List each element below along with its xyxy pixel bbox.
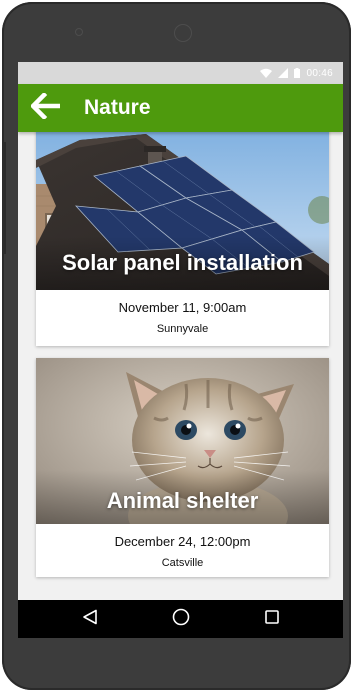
recents-square-icon bbox=[264, 609, 280, 630]
phone-sensor bbox=[75, 28, 83, 36]
kitten-photo: Animal shelter bbox=[36, 358, 329, 524]
phone-camera bbox=[174, 24, 192, 42]
arrow-left-icon bbox=[29, 91, 61, 124]
status-bar: 00:46 bbox=[18, 62, 343, 84]
solar-panel-roof-photo: Solar panel installation bbox=[36, 132, 329, 290]
nav-back-button[interactable] bbox=[70, 600, 110, 638]
navigation-bar bbox=[18, 600, 343, 638]
page-title: Nature bbox=[84, 96, 151, 119]
event-title: Solar panel installation bbox=[62, 250, 303, 275]
event-date: December 24, 12:00pm bbox=[114, 534, 251, 549]
nav-home-button[interactable] bbox=[161, 600, 201, 638]
status-time: 00:46 bbox=[306, 67, 333, 79]
event-title: Animal shelter bbox=[106, 488, 259, 513]
home-circle-icon bbox=[172, 608, 190, 631]
app-bar: Nature bbox=[18, 84, 343, 132]
phone-side-button bbox=[2, 142, 6, 254]
event-card[interactable]: Solar panel installation November 11, 9:… bbox=[36, 132, 329, 346]
event-list: Solar panel installation November 11, 9:… bbox=[18, 132, 343, 598]
nav-recents-button[interactable] bbox=[252, 600, 292, 638]
battery-icon bbox=[294, 68, 301, 78]
phone-screen: 00:46 Nature Solar panel installation No… bbox=[18, 62, 343, 638]
back-button[interactable] bbox=[24, 84, 68, 132]
wifi-icon bbox=[260, 68, 273, 78]
event-card[interactable]: Animal shelter December 24, 12:00pm Cats… bbox=[36, 358, 329, 577]
event-date: November 11, 9:00am bbox=[118, 300, 247, 315]
back-triangle-icon bbox=[82, 609, 98, 630]
signal-icon bbox=[278, 68, 289, 78]
event-location: Catsville bbox=[161, 557, 204, 569]
event-location: Sunnyvale bbox=[156, 323, 209, 335]
